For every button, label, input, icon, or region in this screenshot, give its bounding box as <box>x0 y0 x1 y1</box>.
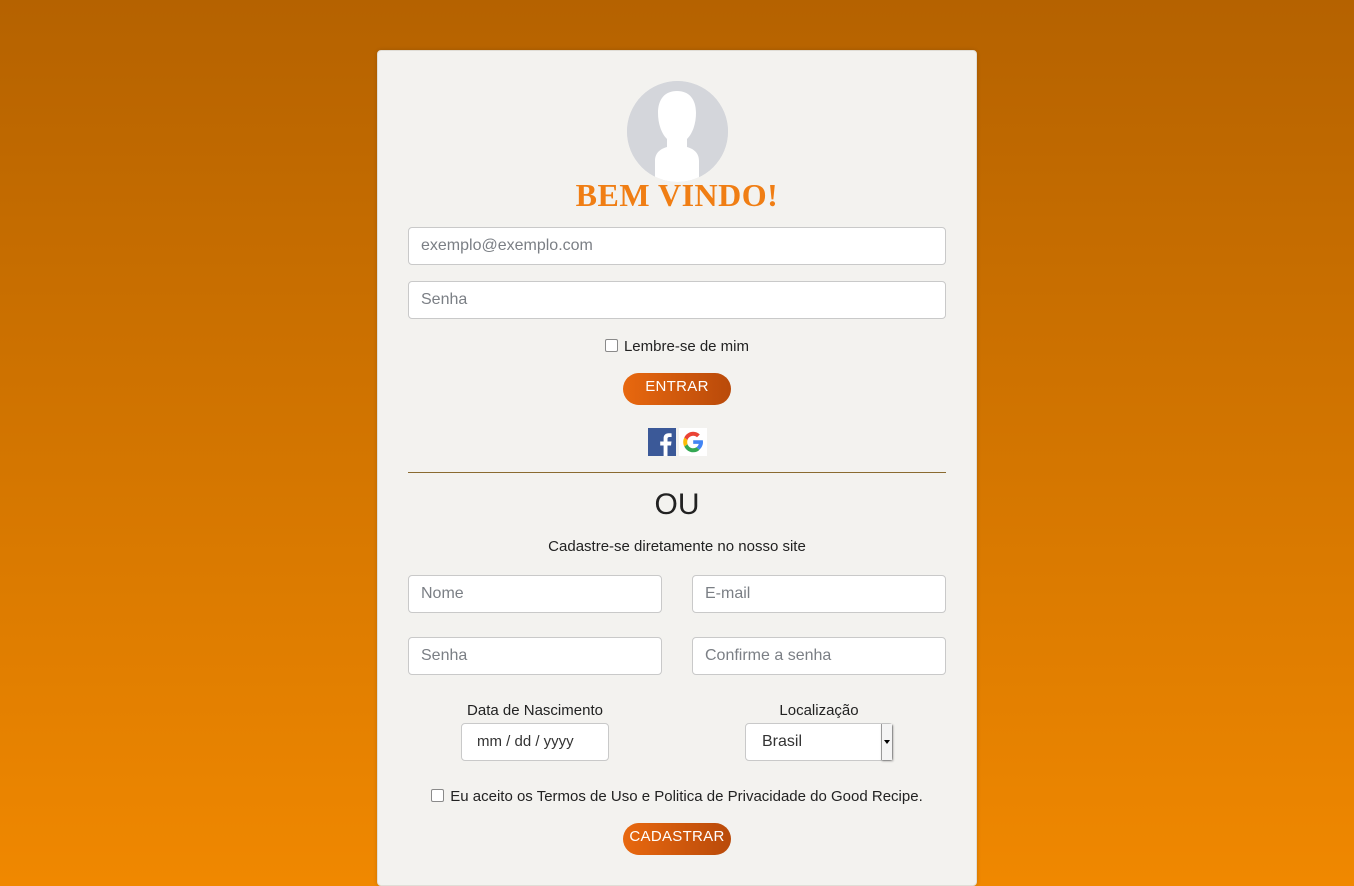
signup-button[interactable]: CADASTRAR <box>623 823 731 855</box>
signup-name-input[interactable] <box>408 575 662 613</box>
location-selected-value: Brasil <box>762 733 803 750</box>
remember-me-label: Lembre-se de mim <box>623 338 750 355</box>
signup-subtitle: Cadastre-se diretamente no nosso site <box>548 538 806 555</box>
terms-checkbox[interactable] <box>431 789 445 802</box>
signup-password-input[interactable] <box>408 637 662 675</box>
or-heading: OU <box>654 488 700 521</box>
login-email-input[interactable] <box>408 227 946 265</box>
signup-email-input[interactable] <box>692 575 946 613</box>
chevron-down-icon[interactable] <box>881 724 892 760</box>
login-button[interactable]: ENTRAR <box>623 373 731 405</box>
remember-me-row: Lembre-se de mim <box>378 338 976 355</box>
login-card: BEM VINDO! Lembre-se de mim ENTRAR OU Ca… <box>377 50 977 886</box>
google-icon[interactable] <box>679 428 707 456</box>
location-select[interactable]: Brasil <box>745 723 893 761</box>
location-label: Localização <box>779 702 859 719</box>
login-password-input[interactable] <box>408 281 946 319</box>
facebook-icon[interactable] <box>648 428 676 456</box>
remember-me-checkbox[interactable] <box>604 339 618 352</box>
terms-label: Eu aceito os Termos de Uso e Politica de… <box>450 788 923 805</box>
section-divider <box>408 472 946 473</box>
signup-confirm-password-input[interactable] <box>692 637 946 675</box>
welcome-title: BEM VINDO! <box>575 177 779 213</box>
birthdate-input[interactable]: mm / dd / yyyy <box>461 723 609 761</box>
birthdate-label: Data de Nascimento <box>467 702 603 719</box>
terms-row: Eu aceito os Termos de Uso e Politica de… <box>378 788 976 805</box>
avatar-placeholder-icon <box>627 81 728 182</box>
